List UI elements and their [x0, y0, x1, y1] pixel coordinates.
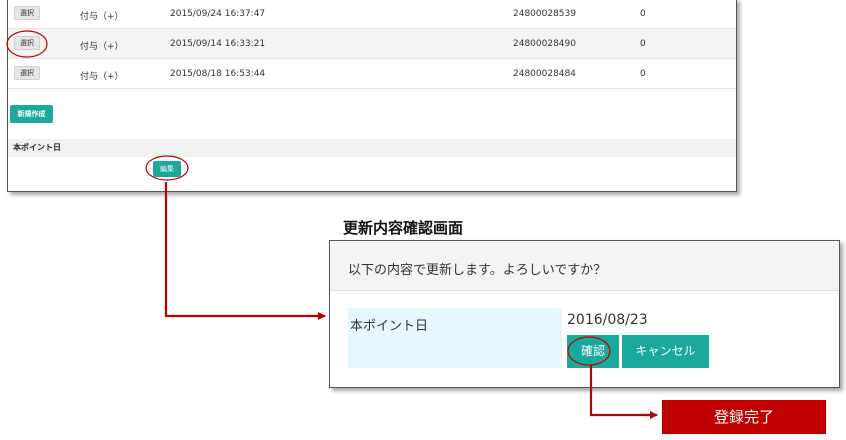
select-button[interactable]: 選択 [14, 36, 40, 50]
type-cell: 付与（+） [80, 12, 124, 22]
field-value: 2016/08/23 [567, 312, 648, 328]
dialog-header: 以下の内容で更新します。よろしいですか？ [330, 241, 839, 291]
arrow-to-dialog [164, 182, 326, 320]
select-button[interactable]: 選択 [14, 66, 40, 80]
table-row: 選択 付与（+） 2015/09/14 16:33:21 24800028490… [8, 29, 736, 59]
id-cell: 24800028539 [513, 9, 576, 19]
points-cell: 0 [640, 9, 646, 19]
field-label: 本ポイント日 [348, 308, 562, 368]
cancel-button[interactable]: キャンセル [622, 335, 709, 368]
registration-complete-badge: 登録完了 [662, 400, 826, 434]
points-cell: 0 [640, 39, 646, 49]
id-cell: 24800028490 [513, 39, 576, 49]
select-button[interactable]: 選択 [14, 6, 40, 20]
datetime-cell: 2015/09/14 16:33:21 [170, 39, 266, 49]
screen-caption: 更新内容確認画面 [343, 219, 464, 237]
section-header: 本ポイント日 [8, 139, 736, 157]
datetime-cell: 2015/09/24 16:37:47 [170, 9, 266, 19]
table-row: 選択 付与（+） 2015/08/18 16:53:44 24800028484… [8, 59, 736, 89]
table-row: 選択 付与（+） 2015/09/24 16:37:47 24800028539… [8, 0, 736, 29]
type-cell: 付与（+） [80, 72, 124, 82]
points-cell: 0 [640, 69, 646, 79]
edit-button[interactable]: 編集 [153, 161, 181, 177]
point-history-panel: 選択 付与（+） 2015/09/24 16:37:47 24800028539… [7, 0, 737, 192]
confirm-dialog: 以下の内容で更新します。よろしいですか？ 本ポイント日 2016/08/23 確… [329, 240, 840, 388]
type-cell: 付与（+） [80, 42, 124, 52]
id-cell: 24800028484 [513, 69, 576, 79]
confirm-button[interactable]: 確認 [567, 335, 619, 368]
dialog-message: 以下の内容で更新します。よろしいですか？ [348, 263, 607, 278]
new-button[interactable]: 新規作成 [10, 105, 53, 123]
datetime-cell: 2015/08/18 16:53:44 [170, 69, 266, 79]
